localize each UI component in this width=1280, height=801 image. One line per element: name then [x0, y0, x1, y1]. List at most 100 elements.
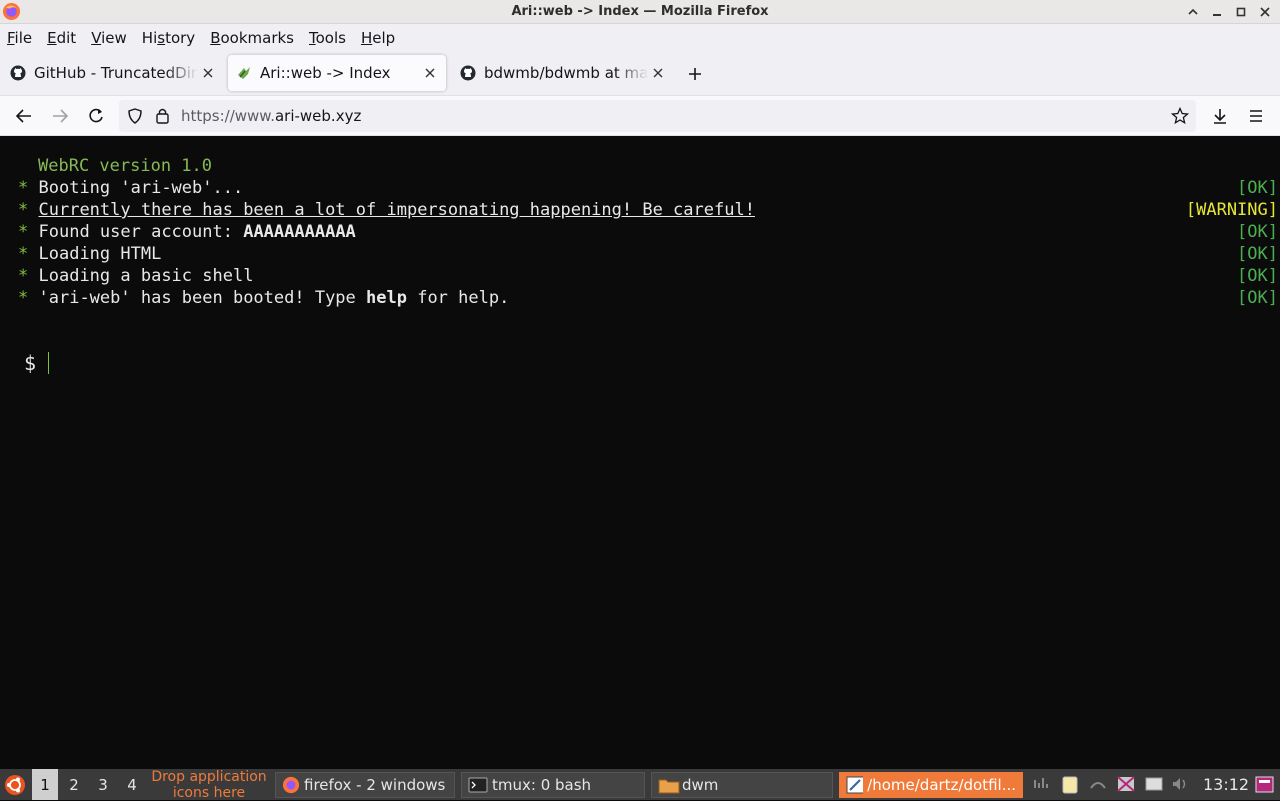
workspace-4[interactable]: 4	[119, 769, 145, 800]
task-firefox[interactable]: firefox - 2 windows	[275, 772, 455, 798]
minimize-button[interactable]	[1186, 5, 1200, 19]
tab-label: Ari::web -> Index	[260, 64, 391, 82]
url-host: ari-web.xyz	[274, 107, 362, 125]
user-account-line: * Found user account: AAAAAAAAAAA	[18, 221, 356, 243]
taskbar: 1 2 3 4 Drop application icons here fire…	[0, 768, 1280, 801]
firefox-icon	[282, 776, 300, 794]
workspace-2[interactable]: 2	[61, 769, 87, 800]
close-icon	[425, 68, 435, 78]
new-tab-button[interactable]	[684, 63, 706, 85]
menu-history-label: tory	[165, 28, 196, 47]
menu-file[interactable]: File	[7, 29, 32, 47]
notes-icon[interactable]	[1144, 774, 1164, 794]
menu-bookmarks-label: ookmarks	[220, 28, 294, 47]
menu-view[interactable]: View	[91, 29, 127, 47]
task-tmux[interactable]: tmux: 0 bash	[461, 772, 645, 798]
launcher-drop-zone[interactable]: Drop application icons here	[146, 768, 272, 801]
start-menu-button[interactable]	[2, 772, 28, 798]
maximize-button[interactable]	[1210, 5, 1224, 19]
window-title: Ari::web -> Index — Mozilla Firefox	[511, 4, 769, 19]
menu-bar: File Edit View History Bookmarks Tools H…	[0, 24, 1280, 51]
editor-icon	[846, 776, 864, 794]
bullet-star: *	[18, 244, 29, 264]
menu-help[interactable]: Help	[361, 29, 395, 47]
warning-line-text[interactable]: Currently there has been a lot of impers…	[39, 200, 755, 220]
tab-ariweb-index[interactable]: Ari::web -> Index	[228, 55, 446, 91]
clipboard-icon[interactable]	[1060, 774, 1080, 794]
github-icon	[460, 65, 476, 81]
drop-hint-line-2: icons here	[172, 784, 246, 801]
help-command: help	[366, 288, 407, 308]
booted-line: * 'ari-web' has been booted! Type help f…	[18, 287, 509, 309]
task-label: /home/dartz/dotfil...	[867, 776, 1016, 794]
url-text[interactable]: https://www.ari-web.xyz	[181, 107, 361, 125]
webrc-header: WebRC version 1.0	[38, 156, 212, 176]
hamburger-menu-icon	[1250, 110, 1262, 122]
reload-button[interactable]	[84, 104, 108, 128]
menu-history-pre: Hi	[141, 28, 158, 47]
bullet-star: *	[18, 200, 29, 220]
star-icon[interactable]	[1171, 107, 1189, 125]
menu-help-label: elp	[372, 28, 396, 47]
close-icon	[203, 68, 213, 78]
network-icon[interactable]	[1032, 774, 1052, 794]
menu-view-accel: V	[91, 28, 102, 47]
bullet-star: *	[18, 288, 29, 308]
boot-line: * Booting 'ari-web'...	[18, 177, 243, 199]
tab-github-truncated[interactable]: GitHub - TruncatedDinosaur	[2, 55, 224, 91]
shell-input-cursor[interactable]	[48, 352, 49, 374]
close-window-button[interactable]	[1258, 5, 1272, 19]
menu-bookmarks[interactable]: Bookmarks	[210, 29, 294, 47]
status-ok: [OK]	[1237, 288, 1278, 308]
menu-bookmarks-accel: B	[210, 28, 221, 47]
menu-history[interactable]: History	[142, 29, 195, 47]
url-bar[interactable]: https://www.ari-web.xyz	[119, 100, 1196, 132]
forward-button[interactable]	[48, 104, 72, 128]
chevron-up-icon	[1188, 8, 1198, 15]
clock[interactable]: 13:12	[1203, 769, 1249, 800]
loading-html-text: Loading HTML	[38, 244, 162, 264]
task-dwm[interactable]: dwm	[651, 772, 833, 798]
tab-close-button[interactable]	[420, 63, 440, 83]
tab-close-button[interactable]	[198, 63, 218, 83]
boot-line-text: Booting 'ari-web'...	[38, 178, 244, 198]
menu-edit[interactable]: Edit	[47, 29, 76, 47]
task-editor[interactable]: /home/dartz/dotfil...	[839, 772, 1023, 798]
arrow-left-icon	[15, 109, 31, 123]
workspace-3[interactable]: 3	[90, 769, 116, 800]
status-warning: [WARNING]	[1185, 200, 1278, 220]
navigation-toolbar: https://www.ari-web.xyz	[0, 96, 1280, 136]
booted-text-pre: 'ari-web' has been booted! Type	[38, 288, 367, 308]
shell-prompt: $	[24, 351, 37, 375]
tab-label: bdwmb/bdwmb at main	[484, 64, 648, 82]
maximize-icon	[1236, 7, 1246, 17]
battery-icon[interactable]	[1088, 774, 1108, 794]
image-viewer-icon[interactable]	[1116, 774, 1136, 794]
lock-icon[interactable]	[155, 107, 171, 125]
user-account-name: AAAAAAAAAAA	[243, 222, 356, 242]
back-button[interactable]	[12, 104, 36, 128]
status-ok: [OK]	[1237, 222, 1278, 242]
loading-shell-line: * Loading a basic shell	[18, 265, 253, 287]
bullet-star: *	[18, 222, 29, 242]
menu-history-accel: s	[157, 28, 166, 47]
power-icon[interactable]	[1254, 774, 1274, 794]
app-menu-button[interactable]	[1244, 104, 1268, 128]
downloads-button[interactable]	[1208, 104, 1232, 128]
shield-icon[interactable]	[127, 108, 143, 124]
tab-close-button[interactable]	[648, 63, 668, 83]
user-account-label: Found user account:	[38, 222, 244, 242]
status-ok: [OK]	[1237, 178, 1278, 198]
tab-bdwmb[interactable]: bdwmb/bdwmb at main	[452, 55, 674, 91]
drop-hint-line-1: Drop application	[151, 768, 267, 785]
volume-icon[interactable]	[1170, 774, 1190, 794]
restore-button[interactable]	[1234, 5, 1248, 19]
terminal-icon	[468, 777, 488, 793]
status-ok: [OK]	[1237, 244, 1278, 264]
menu-tools[interactable]: Tools	[309, 29, 346, 47]
download-icon	[1214, 109, 1226, 124]
task-label: tmux: 0 bash	[492, 776, 592, 794]
workspace-1[interactable]: 1	[32, 769, 58, 800]
terminal-page: WebRC version 1.0 * Booting 'ari-web'...…	[0, 137, 1280, 769]
tab-strip: GitHub - TruncatedDinosaur Ari::web -> I…	[0, 51, 1280, 96]
